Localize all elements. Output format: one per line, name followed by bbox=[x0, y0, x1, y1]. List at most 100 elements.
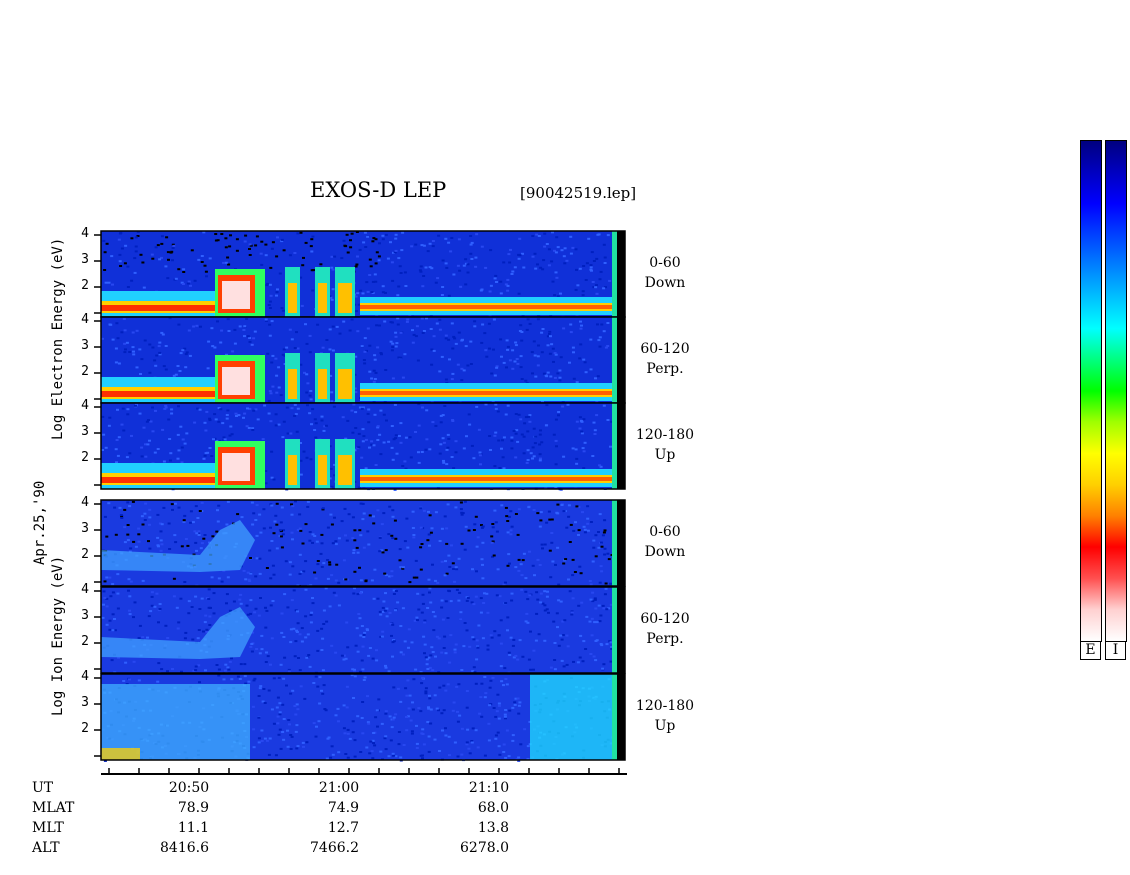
noise-pixel bbox=[123, 541, 127, 544]
noise-pixel bbox=[235, 249, 239, 252]
noise-pixel bbox=[148, 439, 151, 442]
noise-pixel bbox=[425, 438, 429, 441]
noise-pixel bbox=[249, 572, 253, 575]
noise-pixel bbox=[525, 328, 529, 331]
noise-pixel bbox=[466, 597, 470, 599]
noise-pixel bbox=[311, 533, 315, 536]
noise-pixel bbox=[131, 346, 135, 349]
noise-pixel bbox=[494, 734, 498, 737]
noise-pixel bbox=[510, 599, 514, 602]
noise-pixel bbox=[464, 283, 468, 286]
noise-pixel bbox=[399, 625, 403, 627]
noise-pixel bbox=[266, 655, 270, 658]
noise-pixel bbox=[470, 444, 474, 447]
noise-pixel bbox=[459, 611, 463, 614]
noise-pixel bbox=[585, 615, 589, 618]
noise-pixel bbox=[260, 240, 264, 243]
noise-pixel bbox=[101, 616, 105, 619]
noise-pixel bbox=[475, 405, 479, 408]
noise-pixel bbox=[169, 452, 173, 455]
noise-pixel bbox=[431, 245, 435, 248]
noise-pixel bbox=[362, 636, 366, 638]
noise-pixel bbox=[401, 376, 405, 379]
noise-pixel bbox=[278, 702, 282, 705]
noise-pixel bbox=[270, 320, 274, 323]
noise-pixel bbox=[536, 263, 539, 266]
noise-pixel bbox=[602, 243, 606, 246]
noise-pixel bbox=[368, 752, 372, 755]
noise-pixel bbox=[181, 349, 185, 352]
noise-pixel bbox=[373, 358, 377, 361]
noise-pixel bbox=[326, 526, 330, 529]
noise-pixel bbox=[200, 542, 204, 545]
noise-pixel bbox=[177, 268, 181, 271]
noise-pixel bbox=[383, 609, 387, 612]
noise-pixel bbox=[511, 367, 515, 370]
noise-pixel bbox=[385, 419, 388, 422]
noise-pixel bbox=[548, 330, 552, 333]
noise-pixel bbox=[446, 617, 450, 619]
noise-pixel bbox=[489, 679, 493, 682]
noise-pixel bbox=[194, 665, 198, 668]
noise-pixel bbox=[333, 255, 337, 258]
noise-pixel bbox=[469, 235, 473, 237]
noise-pixel bbox=[126, 524, 130, 526]
noise-pixel bbox=[225, 593, 229, 596]
noise-pixel bbox=[230, 657, 233, 660]
noise-pixel bbox=[488, 704, 492, 707]
noise-pixel bbox=[421, 285, 425, 288]
noise-pixel bbox=[272, 722, 276, 725]
noise-pixel bbox=[410, 732, 414, 735]
noise-pixel bbox=[215, 664, 219, 666]
noise-pixel bbox=[305, 456, 309, 459]
noise-pixel bbox=[441, 259, 445, 262]
noise-pixel bbox=[323, 708, 327, 710]
noise-pixel bbox=[118, 506, 122, 509]
noise-pixel bbox=[316, 649, 320, 652]
noise-pixel bbox=[403, 460, 407, 463]
noise-pixel bbox=[420, 451, 424, 453]
electron-spike-core bbox=[288, 455, 297, 485]
noise-pixel bbox=[275, 502, 279, 505]
noise-pixel bbox=[514, 341, 518, 344]
noise-pixel bbox=[171, 247, 175, 249]
noise-pixel bbox=[583, 441, 587, 444]
noise-pixel bbox=[550, 541, 554, 544]
noise-pixel bbox=[270, 540, 274, 542]
noise-pixel bbox=[358, 566, 361, 569]
noise-pixel bbox=[126, 413, 130, 416]
noise-pixel bbox=[330, 255, 334, 258]
channel-pitch-angle: 60-120 bbox=[640, 341, 690, 357]
noise-pixel bbox=[444, 734, 448, 737]
noise-pixel bbox=[500, 504, 504, 507]
y-tick-label: 3 bbox=[81, 695, 89, 710]
noise-pixel bbox=[399, 331, 403, 334]
noise-pixel bbox=[408, 581, 412, 584]
noise-pixel bbox=[373, 568, 377, 571]
noise-pixel bbox=[540, 331, 544, 334]
noise-pixel bbox=[466, 728, 470, 731]
noise-pixel bbox=[373, 378, 377, 380]
noise-pixel bbox=[471, 568, 474, 571]
noise-pixel bbox=[366, 235, 370, 238]
electron-spike-core bbox=[338, 369, 352, 399]
noise-pixel bbox=[557, 599, 561, 602]
noise-pixel bbox=[346, 728, 350, 731]
noise-pixel bbox=[217, 577, 221, 580]
noise-pixel bbox=[498, 467, 502, 469]
noise-pixel bbox=[378, 242, 381, 245]
noise-pixel bbox=[160, 668, 164, 671]
noise-pixel bbox=[580, 601, 584, 604]
noise-pixel bbox=[361, 645, 365, 648]
noise-pixel bbox=[579, 634, 583, 637]
noise-pixel bbox=[606, 552, 610, 555]
noise-pixel bbox=[499, 665, 503, 668]
noise-pixel bbox=[254, 575, 258, 578]
noise-pixel bbox=[138, 624, 142, 627]
noise-pixel bbox=[571, 597, 575, 600]
noise-pixel bbox=[227, 668, 231, 671]
noise-pixel bbox=[597, 233, 601, 236]
noise-pixel bbox=[440, 294, 444, 296]
noise-pixel bbox=[474, 682, 478, 685]
noise-pixel bbox=[102, 239, 106, 242]
